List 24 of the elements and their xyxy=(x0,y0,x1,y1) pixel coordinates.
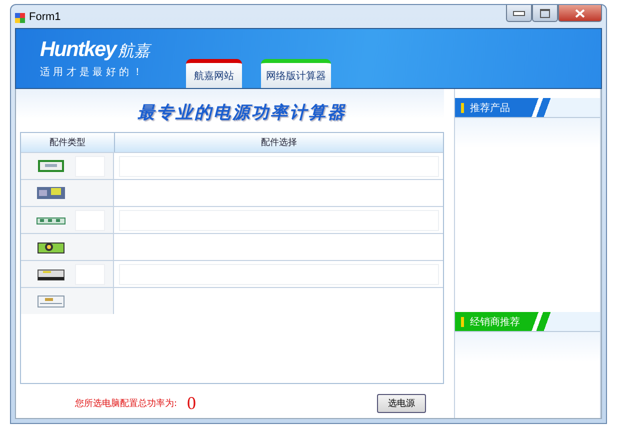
tab[interactable]: 网络版计算器 xyxy=(260,59,331,88)
optical-drive-icon xyxy=(35,293,67,309)
cpu-chip-icon xyxy=(35,158,67,174)
column-header: 配件类型 xyxy=(21,133,115,152)
panel-title: 经销商推荐 xyxy=(470,316,520,328)
total-power-value: 0 xyxy=(187,392,196,414)
brand-logo: Huntkey xyxy=(40,38,116,62)
close-button[interactable] xyxy=(558,5,602,22)
minimize-button[interactable] xyxy=(506,5,532,22)
window-title: Form1 xyxy=(29,11,61,23)
column-header: 配件选择 xyxy=(260,136,298,150)
close-icon xyxy=(575,8,585,18)
slogan: 适 用 才 是 最 好 的 ！ xyxy=(40,66,144,80)
panel-title: 推荐产品 xyxy=(470,102,510,114)
marker-icon xyxy=(461,316,464,326)
marker-icon xyxy=(461,102,464,112)
app-icon xyxy=(15,13,25,23)
tab[interactable]: 航嘉网站 xyxy=(186,59,242,88)
motherboard-icon xyxy=(35,185,67,201)
brand-logo-chinese: 航嘉 xyxy=(118,41,150,62)
total-power-label: 您所选电脑配置总功率为: xyxy=(75,398,178,410)
page-heading: 最专业的电源功率计算器 xyxy=(136,102,348,125)
maximize-button[interactable] xyxy=(532,5,558,22)
choose-psu-button[interactable]: 选电源 xyxy=(377,394,426,412)
